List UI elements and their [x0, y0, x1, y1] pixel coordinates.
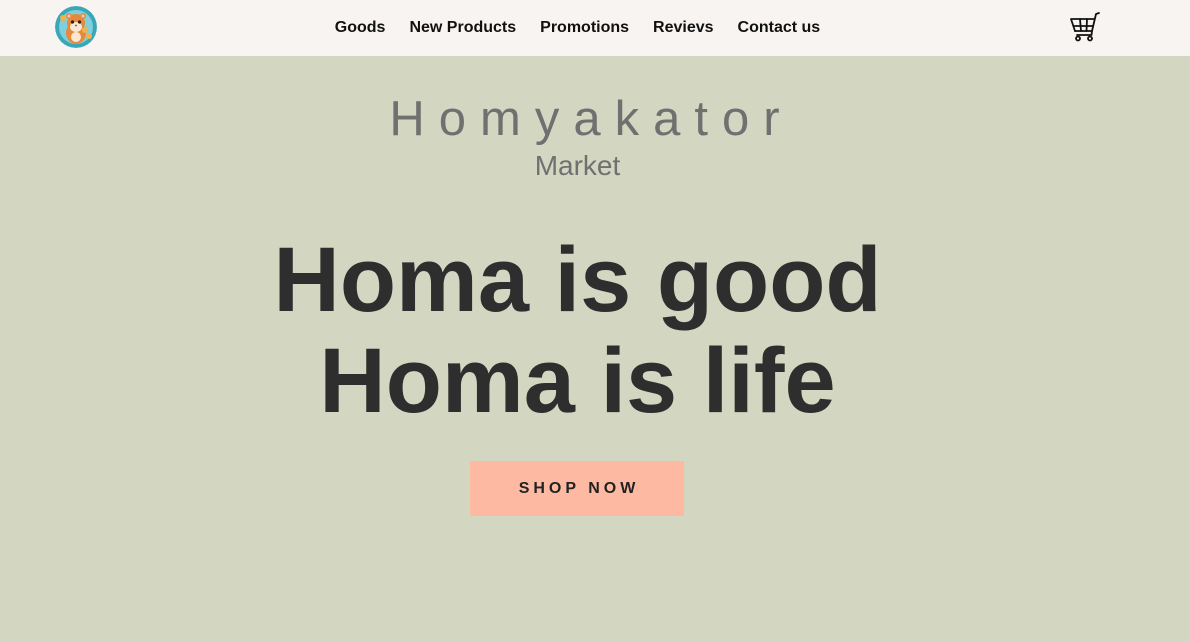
hero-headline-line-2: Homa is life: [319, 330, 836, 432]
hero-headline-line-1: Homa is good: [273, 229, 882, 331]
shop-now-button[interactable]: SHOP NOW: [470, 461, 684, 516]
nav-link-reviews[interactable]: Revievs: [653, 19, 714, 37]
nav-link-promotions[interactable]: Promotions: [540, 19, 629, 37]
shopping-cart-icon-graphic: [1070, 12, 1100, 42]
top-navbar: Goods New Products Promotions Revievs Co…: [0, 0, 1190, 56]
nav-link-goods[interactable]: Goods: [335, 19, 386, 37]
main-navigation: Goods New Products Promotions Revievs Co…: [0, 0, 1155, 56]
shopping-cart-icon[interactable]: [1069, 11, 1101, 43]
hero-section: Homyakator Market Homa is good Homa is l…: [0, 56, 1190, 642]
nav-link-new-products[interactable]: New Products: [409, 19, 516, 37]
brand-subtitle: Market: [534, 150, 621, 181]
brand-name: Homyakator: [389, 92, 794, 146]
nav-link-contact-us[interactable]: Contact us: [738, 19, 821, 37]
